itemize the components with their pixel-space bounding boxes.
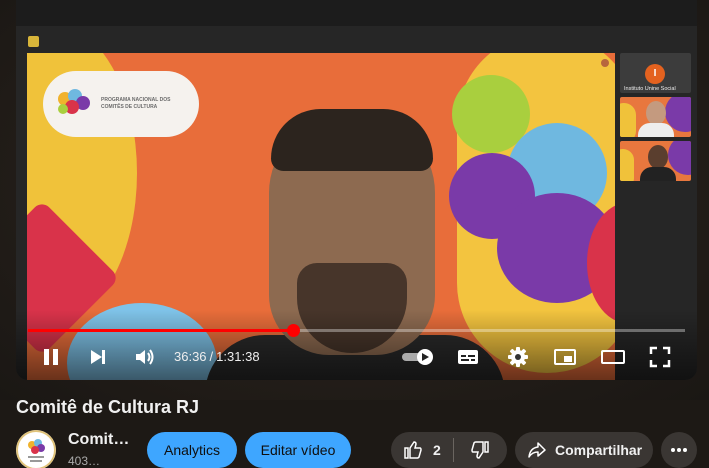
analytics-button[interactable]: Analytics xyxy=(147,432,237,468)
channel-avatar[interactable] xyxy=(16,430,56,468)
pause-button[interactable] xyxy=(36,342,66,372)
share-label: Compartilhar xyxy=(555,442,643,458)
dislike-button[interactable] xyxy=(454,440,506,460)
miniplayer-button[interactable] xyxy=(551,342,579,372)
duration: 1:31:38 xyxy=(216,349,260,364)
speaker-hair xyxy=(271,109,433,171)
tile-shape xyxy=(620,149,634,181)
channel-logo-icon xyxy=(16,430,56,468)
channel-name[interactable]: Comit… xyxy=(68,431,129,449)
volume-icon xyxy=(136,349,154,365)
like-button[interactable]: 2 xyxy=(391,440,453,460)
autoplay-toggle-icon xyxy=(402,349,433,365)
fullscreen-icon xyxy=(649,346,671,368)
more-actions-button[interactable] xyxy=(661,432,697,468)
tile-shape xyxy=(620,103,636,137)
meeting-badge-icon xyxy=(28,36,39,47)
progress-scrubber[interactable] xyxy=(286,324,300,337)
subscriber-count: 403… xyxy=(68,454,101,468)
logo-text: PROGRAMA NACIONAL DOS COMITÊS DE CULTURA xyxy=(101,97,171,110)
gear-icon xyxy=(508,347,528,367)
program-logo: PROGRAMA NACIONAL DOS COMITÊS DE CULTURA xyxy=(43,71,199,137)
video-title: Comitê de Cultura RJ xyxy=(16,397,200,417)
meeting-top-bar xyxy=(16,0,697,26)
theater-button[interactable] xyxy=(598,342,628,372)
fullscreen-button[interactable] xyxy=(646,342,674,372)
video-player[interactable]: PROGRAMA NACIONAL DOS COMITÊS DE CULTURA… xyxy=(16,0,697,380)
settings-button[interactable] xyxy=(504,342,532,372)
share-button[interactable]: Compartilhar xyxy=(515,432,653,468)
volume-button[interactable] xyxy=(130,342,160,372)
thumbs-down-icon xyxy=(471,441,489,459)
participant-avatar: I xyxy=(645,64,665,84)
participant-tile-3 xyxy=(620,141,691,181)
autoplay-toggle[interactable] xyxy=(400,342,436,372)
thumbs-up-icon xyxy=(404,441,422,459)
next-button[interactable] xyxy=(83,342,113,372)
captions-button[interactable] xyxy=(454,342,482,372)
time-display: 36:36/1:31:38 xyxy=(174,349,260,364)
participant-label: Instituto Unine Social xyxy=(624,86,676,92)
participant-tile-1: I Instituto Unine Social xyxy=(620,53,691,93)
captions-icon xyxy=(458,350,478,364)
participant-face xyxy=(646,101,666,125)
theater-icon xyxy=(601,350,625,364)
like-dislike-group: 2 xyxy=(391,432,507,468)
participant-body xyxy=(640,167,676,181)
participant-face xyxy=(648,145,668,169)
participant-tile-2 xyxy=(620,97,691,137)
controls-gradient xyxy=(16,310,697,380)
pause-icon xyxy=(44,349,58,365)
share-icon xyxy=(528,442,546,458)
time-separator: / xyxy=(209,349,214,364)
more-icon xyxy=(671,448,687,452)
like-count: 2 xyxy=(433,442,441,458)
progress-played xyxy=(28,329,293,332)
current-time: 36:36 xyxy=(174,349,207,364)
progress-bar[interactable] xyxy=(28,324,685,337)
miniplayer-icon xyxy=(554,349,576,365)
edit-video-button[interactable]: Editar vídeo xyxy=(245,432,351,468)
participant-body xyxy=(638,123,674,137)
next-icon xyxy=(91,350,105,364)
logo-mark-icon xyxy=(58,89,90,114)
tile-camera-icon xyxy=(601,59,609,67)
